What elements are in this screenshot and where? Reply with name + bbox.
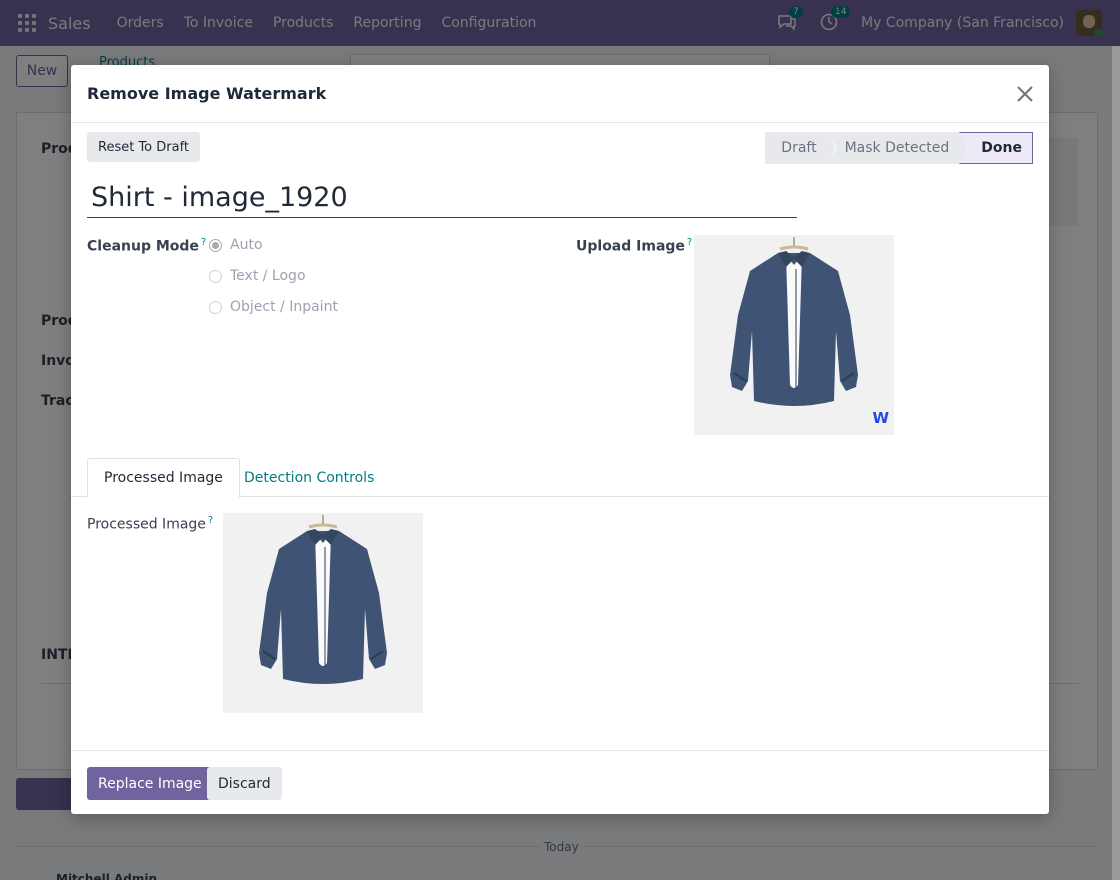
dialog-header: Remove Image Watermark: [71, 65, 1049, 123]
dialog-title: Remove Image Watermark: [87, 84, 327, 103]
stage-label: Done: [981, 140, 1022, 156]
stage-done[interactable]: Done: [959, 132, 1033, 164]
radio-unchecked-icon[interactable]: [209, 269, 222, 283]
status-bar: Draft Mask Detected Done: [765, 132, 1033, 164]
help-tooltip-icon[interactable]: ?: [201, 237, 206, 248]
cleanup-option-text-logo[interactable]: Text / Logo: [209, 268, 306, 284]
radio-unchecked-icon[interactable]: [209, 300, 222, 314]
upload-image-label: Upload Image?: [576, 237, 693, 255]
page-scrollbar[interactable]: [1112, 46, 1120, 880]
processed-image-label: Processed Image?: [87, 515, 214, 533]
upload-image-preview[interactable]: W: [694, 235, 894, 435]
remove-watermark-dialog: Remove Image Watermark Reset To Draft Dr…: [71, 65, 1049, 814]
tab-processed-image[interactable]: Processed Image: [87, 458, 240, 498]
discard-button[interactable]: Discard: [207, 767, 282, 800]
shirt-image: [223, 513, 423, 713]
help-tooltip-icon[interactable]: ?: [208, 515, 213, 526]
dialog-footer: Replace Image Discard: [71, 750, 1049, 814]
close-icon[interactable]: [1015, 84, 1035, 104]
radio-checked-icon[interactable]: [209, 238, 222, 252]
stage-mask-detected[interactable]: Mask Detected: [826, 132, 970, 164]
stage-label: Mask Detected: [844, 140, 950, 156]
cleanup-option-auto[interactable]: Auto: [209, 237, 263, 253]
notebook-tabs: Processed Image Detection Controls: [71, 458, 1049, 498]
processed-image-preview[interactable]: [223, 513, 423, 713]
stage-label: Draft: [781, 140, 817, 156]
stage-draft[interactable]: Draft: [765, 132, 837, 164]
help-tooltip-icon[interactable]: ?: [687, 237, 692, 248]
reset-to-draft-button[interactable]: Reset To Draft: [87, 132, 201, 162]
replace-image-button[interactable]: Replace Image: [87, 767, 213, 800]
watermark-logo: W: [872, 409, 888, 427]
tab-detection-controls[interactable]: Detection Controls: [228, 458, 390, 497]
cleanup-mode-label: Cleanup Mode?: [87, 237, 207, 255]
record-name-field[interactable]: Shirt - image_1920: [87, 179, 797, 218]
cleanup-option-object-inpaint[interactable]: Object / Inpaint: [209, 299, 338, 315]
shirt-image: [694, 235, 894, 435]
